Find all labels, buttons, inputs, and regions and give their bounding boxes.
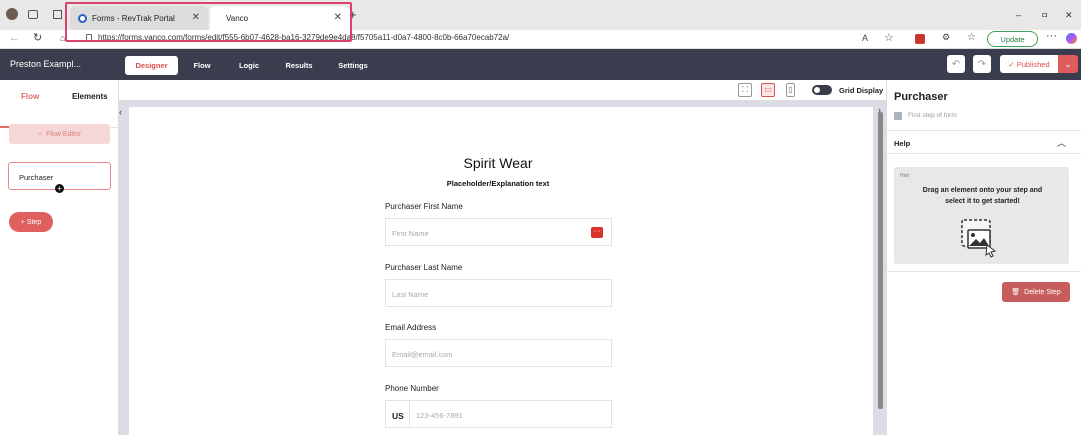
flow-editor-button[interactable]: ⑂ Flow Editor <box>9 124 110 144</box>
desktop-view-icon[interactable]: ▭ <box>761 83 775 97</box>
back-icon[interactable]: ← <box>9 32 20 44</box>
form-name[interactable]: Preston Exampl... <box>10 59 81 69</box>
phone-label: Phone Number <box>385 384 439 393</box>
favorites-icon[interactable]: ☆ <box>967 32 976 43</box>
tab-highlight-annotation <box>65 2 352 42</box>
hint-text: Drag an element onto your step and selec… <box>922 187 1043 205</box>
first-step-label: First step of form <box>908 112 957 119</box>
tab-actions-icon[interactable] <box>53 10 62 19</box>
step-properties-title: Purchaser <box>894 91 948 103</box>
profile-avatar[interactable] <box>6 8 18 20</box>
fullscreen-icon[interactable]: ⛶ <box>738 83 752 97</box>
nav-designer[interactable]: Designer <box>125 56 178 75</box>
first-name-label: Purchaser First Name <box>385 202 463 211</box>
minimize-button[interactable]: – <box>1016 10 1021 20</box>
help-label: Help <box>894 139 911 148</box>
drag-element-icon <box>961 219 997 258</box>
add-icon[interactable]: + <box>55 184 64 193</box>
tab-elements[interactable]: Elements <box>72 92 108 101</box>
more-options-icon[interactable]: ··· <box>1046 30 1057 42</box>
email-label: Email Address <box>385 323 437 332</box>
last-name-field[interactable]: Last Name <box>385 279 612 307</box>
favorite-star-icon[interactable]: ☆ <box>884 31 894 44</box>
flow-editor-label: Flow Editor <box>46 130 82 138</box>
mobile-view-icon[interactable]: ▯ <box>786 83 795 97</box>
nav-logic[interactable]: Logic <box>233 56 265 75</box>
collections-icon[interactable] <box>28 10 38 19</box>
flow-icon: ⑂ <box>37 130 43 138</box>
tab-flow[interactable]: Flow <box>21 92 39 101</box>
nav-results[interactable]: Results <box>280 56 318 75</box>
update-button[interactable]: Update <box>987 31 1038 47</box>
close-window-button[interactable]: ✕ <box>1065 10 1073 21</box>
last-name-label: Purchaser Last Name <box>385 263 463 272</box>
form-title: Spirit Wear <box>463 155 533 171</box>
extension-icon[interactable] <box>915 34 925 44</box>
help-section-header[interactable] <box>886 130 1081 154</box>
maximize-button[interactable]: ㅁ <box>1041 10 1048 21</box>
chevron-up-icon[interactable]: ︿ <box>1057 136 1066 149</box>
form-subtitle: Placeholder/Explanation text <box>446 179 550 188</box>
hint-label: Hint <box>900 173 909 179</box>
refresh-icon[interactable]: ↻ <box>33 31 42 44</box>
canvas-scrollbar[interactable] <box>878 112 883 409</box>
grid-display-toggle[interactable] <box>812 85 832 95</box>
first-name-field[interactable]: First Name <box>385 218 612 246</box>
trash-icon: 🗑 <box>1011 289 1021 296</box>
read-aloud-icon[interactable]: A <box>862 33 868 43</box>
delete-step-label: Delete Step <box>1024 288 1061 296</box>
right-panel-divider <box>886 271 1081 272</box>
phone-country-code[interactable]: US <box>385 400 410 428</box>
more-options-icon[interactable]: ··· <box>591 227 603 238</box>
nav-settings[interactable]: Settings <box>333 56 373 75</box>
email-field[interactable]: Email@email.com <box>385 339 612 367</box>
delete-step-button[interactable]: 🗑 Delete Step <box>1002 282 1070 302</box>
settings-extension-icon[interactable]: ⚙ <box>942 32 950 43</box>
undo-icon[interactable]: ↶ <box>947 55 965 73</box>
collapse-left-icon[interactable]: ‹ <box>119 107 122 117</box>
chevron-down-icon[interactable]: ⌄ <box>1058 55 1078 73</box>
copilot-icon[interactable] <box>1066 33 1077 44</box>
app-header: Preston Exampl... Designer Flow Logic Re… <box>0 49 1081 80</box>
first-step-checkbox[interactable] <box>894 112 902 120</box>
published-button[interactable]: ✓ Published <box>1000 55 1058 73</box>
grid-display-label: Grid Display <box>839 86 884 95</box>
phone-field[interactable]: 123-456-7891 <box>409 400 612 428</box>
nav-flow[interactable]: Flow <box>186 56 218 75</box>
redo-icon[interactable]: ↷ <box>973 55 991 73</box>
add-step-button[interactable]: + Step <box>9 212 53 232</box>
